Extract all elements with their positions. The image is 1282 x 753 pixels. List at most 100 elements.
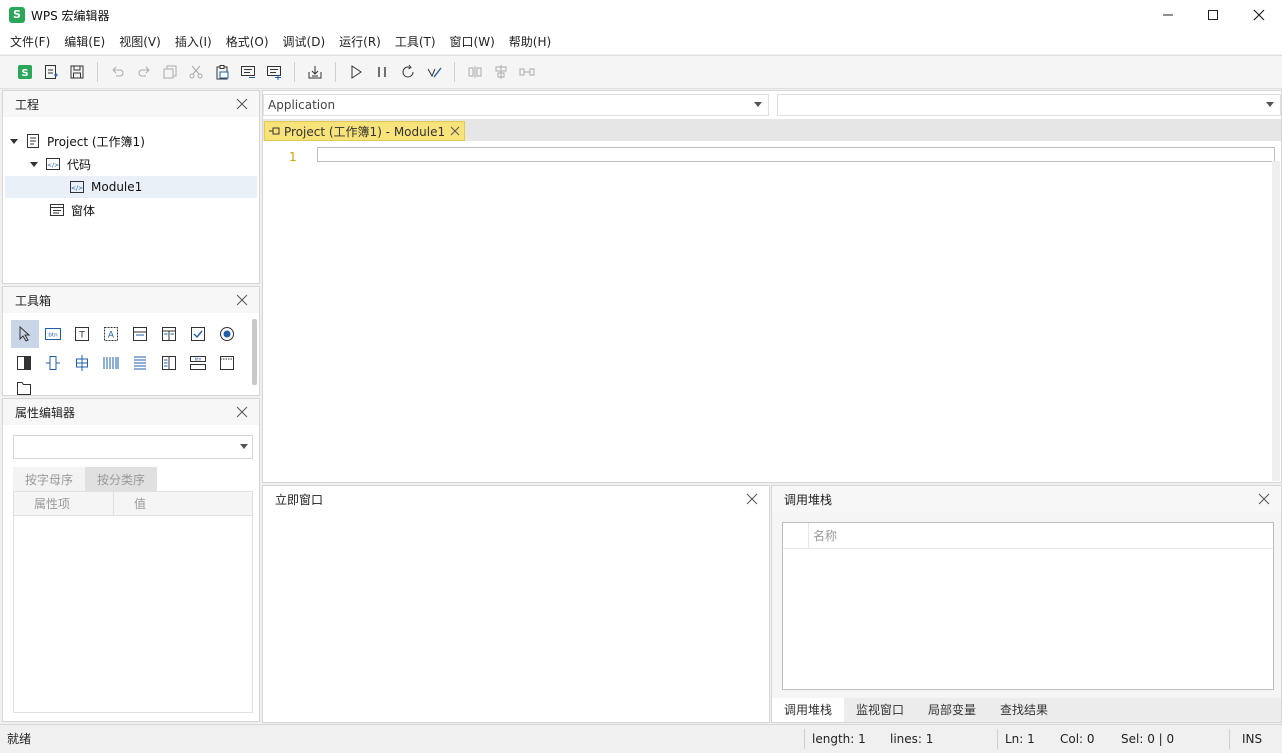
column-property: 属性项 (14, 492, 114, 515)
expanded-arrow-icon (30, 162, 38, 167)
menu-file[interactable]: 文件(F) (4, 30, 56, 54)
menu-view[interactable]: 视图(V) (113, 30, 167, 54)
menu-debug[interactable]: 调试(D) (277, 30, 332, 54)
comment-block-button[interactable] (237, 61, 259, 83)
tool-command-group[interactable]: btn (185, 350, 211, 376)
tab-alphabetical[interactable]: 按字母序 (13, 467, 85, 491)
close-icon[interactable] (235, 293, 249, 307)
callstack-panel-header: 调用堆栈 (772, 486, 1281, 512)
uncomment-icon (267, 66, 281, 80)
close-icon[interactable] (235, 405, 249, 419)
new-module-button[interactable] (40, 61, 62, 83)
toolbox-scrollbar[interactable] (252, 319, 257, 385)
tool-folder[interactable] (11, 379, 37, 395)
object-combo[interactable]: Application (263, 94, 769, 116)
copy-button[interactable] (159, 61, 181, 83)
design-mode-button[interactable] (423, 61, 445, 83)
reset-button[interactable] (397, 61, 419, 83)
toggle-control-icon (17, 356, 31, 370)
cut-button[interactable] (185, 61, 207, 83)
tool-pointer[interactable] (11, 320, 39, 348)
tool-option-button[interactable] (214, 321, 240, 347)
design-mode-icon (427, 67, 442, 78)
close-icon[interactable] (235, 97, 249, 111)
tree-node-code-folder[interactable]: </> 代码 (29, 153, 91, 175)
uncomment-block-button[interactable] (263, 61, 285, 83)
tool-toggle[interactable] (11, 350, 37, 376)
tool-spinbutton[interactable] (69, 350, 95, 376)
menu-tools[interactable]: 工具(T) (389, 30, 442, 54)
comment-icon (241, 66, 255, 78)
save-button[interactable] (66, 61, 88, 83)
tree-node-project[interactable]: Project (工作簿1) (9, 130, 145, 152)
menu-run[interactable]: 运行(R) (333, 30, 387, 54)
center-button[interactable] (490, 61, 512, 83)
immediate-panel-title: 立即窗口 (275, 492, 324, 507)
tool-button[interactable]: btn (40, 321, 66, 347)
reset-icon (402, 64, 414, 78)
tool-tabstrip[interactable] (98, 350, 124, 376)
pause-button[interactable] (371, 61, 393, 83)
redo-button[interactable] (133, 61, 155, 83)
procedure-combo[interactable] (777, 94, 1281, 116)
tree-node-module1[interactable]: </> Module1 (5, 176, 257, 198)
tab-locals[interactable]: 局部变量 (916, 698, 988, 722)
chevron-down-icon (1266, 102, 1274, 107)
tree-label-project: Project (工作簿1) (47, 134, 145, 149)
editor-scrollbar[interactable] (1272, 161, 1280, 481)
folder-icon (17, 382, 31, 395)
tool-textbox[interactable]: A (98, 321, 124, 347)
tool-checkbox[interactable] (185, 321, 211, 347)
tab-categorized[interactable]: 按分类序 (85, 467, 157, 491)
minimize-button[interactable] (1145, 0, 1191, 30)
wps-home-button[interactable]: S (14, 61, 36, 83)
maximize-button[interactable] (1190, 0, 1236, 30)
import-button[interactable] (304, 61, 326, 83)
callstack-panel: 调用堆栈 名称 调用堆栈 监视窗口 局部变量 查找结果 (771, 485, 1282, 723)
run-button[interactable] (345, 61, 367, 83)
tool-combobox[interactable] (156, 321, 182, 347)
tab-callstack[interactable]: 调用堆栈 (772, 698, 845, 722)
close-icon[interactable] (450, 126, 460, 136)
tool-image[interactable] (214, 350, 240, 376)
tool-label[interactable]: T (69, 321, 95, 347)
close-icon[interactable] (1257, 492, 1271, 506)
tool-scrollbar[interactable] (40, 350, 66, 376)
close-icon[interactable] (745, 492, 759, 506)
close-window-button[interactable] (1236, 0, 1282, 30)
status-col: Col: 0 (1060, 732, 1095, 746)
editor-tab-module1[interactable]: Project (工作簿1) - Module1 (264, 121, 466, 141)
forms-folder-icon (50, 204, 64, 216)
callstack-panel-title: 调用堆栈 (784, 492, 833, 507)
wps-app-icon: S (9, 7, 25, 23)
status-separator (997, 729, 998, 749)
scrollbar-control-icon (46, 356, 60, 370)
pointer-icon (19, 325, 31, 342)
distribute-button[interactable] (516, 61, 538, 83)
spinbutton-control-icon (76, 355, 88, 371)
tab-watch[interactable]: 监视窗口 (844, 698, 916, 722)
tool-frame[interactable] (127, 321, 153, 347)
align-button[interactable] (464, 61, 486, 83)
menu-help[interactable]: 帮助(H) (503, 30, 557, 54)
menu-format[interactable]: 格式(O) (220, 30, 275, 54)
paste-button[interactable] (211, 61, 233, 83)
property-panel-header: 属性编辑器 (3, 399, 259, 425)
svg-text:</>: </> (47, 162, 59, 169)
import-icon (308, 66, 322, 79)
undo-icon (112, 66, 124, 77)
menu-edit[interactable]: 编辑(E) (58, 30, 111, 54)
undo-button[interactable] (107, 61, 129, 83)
tool-listbox[interactable] (127, 350, 153, 376)
combobox-control-icon (162, 327, 176, 341)
tree-node-forms-folder[interactable]: 窗体 (49, 199, 95, 221)
expanded-arrow-icon (10, 139, 18, 144)
tool-multipage[interactable] (156, 350, 182, 376)
code-line-input[interactable] (317, 147, 1275, 162)
object-select[interactable] (13, 435, 253, 459)
menu-insert[interactable]: 插入(I) (169, 30, 218, 54)
menu-window[interactable]: 窗口(W) (444, 30, 501, 54)
immediate-input[interactable] (263, 512, 769, 722)
status-mode: INS (1242, 732, 1263, 746)
tab-find-results[interactable]: 查找结果 (988, 698, 1060, 722)
